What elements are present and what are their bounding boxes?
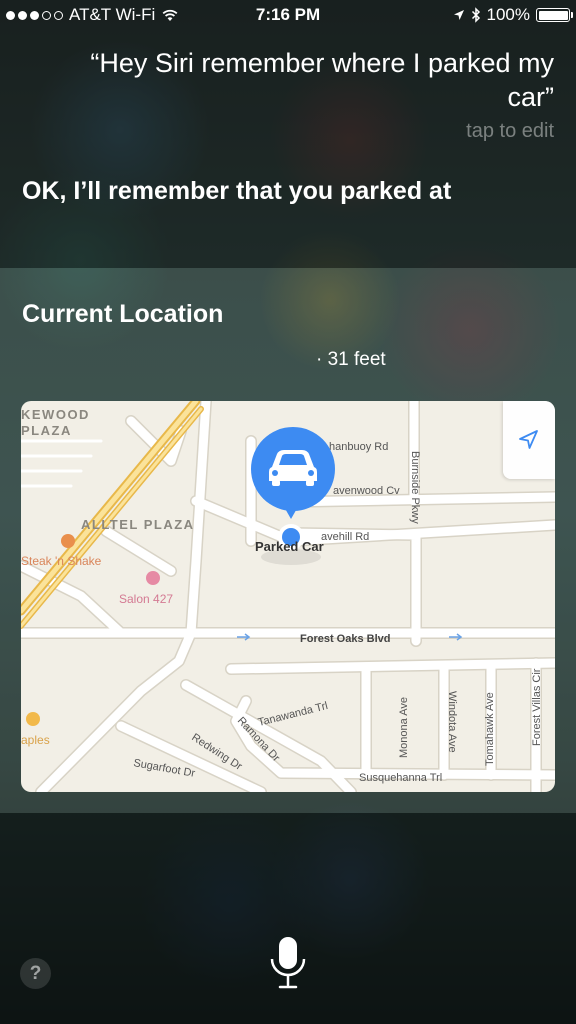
label-salon: Salon 427 [119,592,173,606]
label-alltel-plaza: ALLTEL PLAZA [81,517,195,532]
siri-query-text[interactable]: “Hey Siri remember where I parked my car… [84,46,554,114]
card-title: Current Location [22,300,224,328]
status-bar: AT&T Wi-Fi 7:16 PM 100% [0,0,576,30]
label-forest-oaks: Forest Oaks Blvd [300,633,390,645]
label-burnside: Burnside Pkwy [409,451,421,524]
bottom-overlay [0,813,576,1024]
label-plaza-partial: PLAZA [21,423,72,438]
bluetooth-icon [471,7,480,23]
directions-button[interactable] [503,401,555,479]
siri-response-text: OK, I’ll remember that you parked at [22,177,452,205]
status-right: 100% [453,5,573,25]
label-forest-villas: Forest Villas Cir [531,668,543,746]
tap-to-edit-link[interactable]: tap to edit [466,120,554,143]
location-services-icon [453,10,464,20]
label-steak-n-shake: Steak 'n Shake [21,554,102,568]
distance-label: · 31 feet [316,349,386,370]
label-tomahawk: Tomahawk Ave [484,692,496,766]
label-tanawanda: Tanawanda Trl [257,700,329,729]
label-parked-car: Parked Car [255,539,324,554]
location-arrow-icon [519,430,538,449]
map-canvas: KEWOOD PLAZA ALLTEL PLAZA Steak 'n Shake… [21,401,555,792]
label-windota: Windota Ave [446,691,458,753]
help-button[interactable]: ? [20,958,51,989]
label-susquehanna: Susquehanna Trl [359,772,442,784]
parked-car-map[interactable]: KEWOOD PLAZA ALLTEL PLAZA Steak 'n Shake… [21,401,555,792]
store-icon [26,712,40,726]
salon-icon [146,571,160,585]
label-staples-partial: aples [21,733,50,747]
label-kewood: KEWOOD [21,407,90,422]
label-avehill: avehill Rd [321,531,369,543]
label-avenwood: avenwood Cv [333,485,400,497]
battery-icon [536,8,573,22]
restaurant-icon [61,534,75,548]
siri-mic-button[interactable] [268,935,308,991]
microphone-icon [270,937,306,989]
label-monona: Monona Ave [398,697,410,758]
battery-percent: 100% [486,5,530,24]
label-hanbuoy: hanbuoy Rd [329,441,388,453]
